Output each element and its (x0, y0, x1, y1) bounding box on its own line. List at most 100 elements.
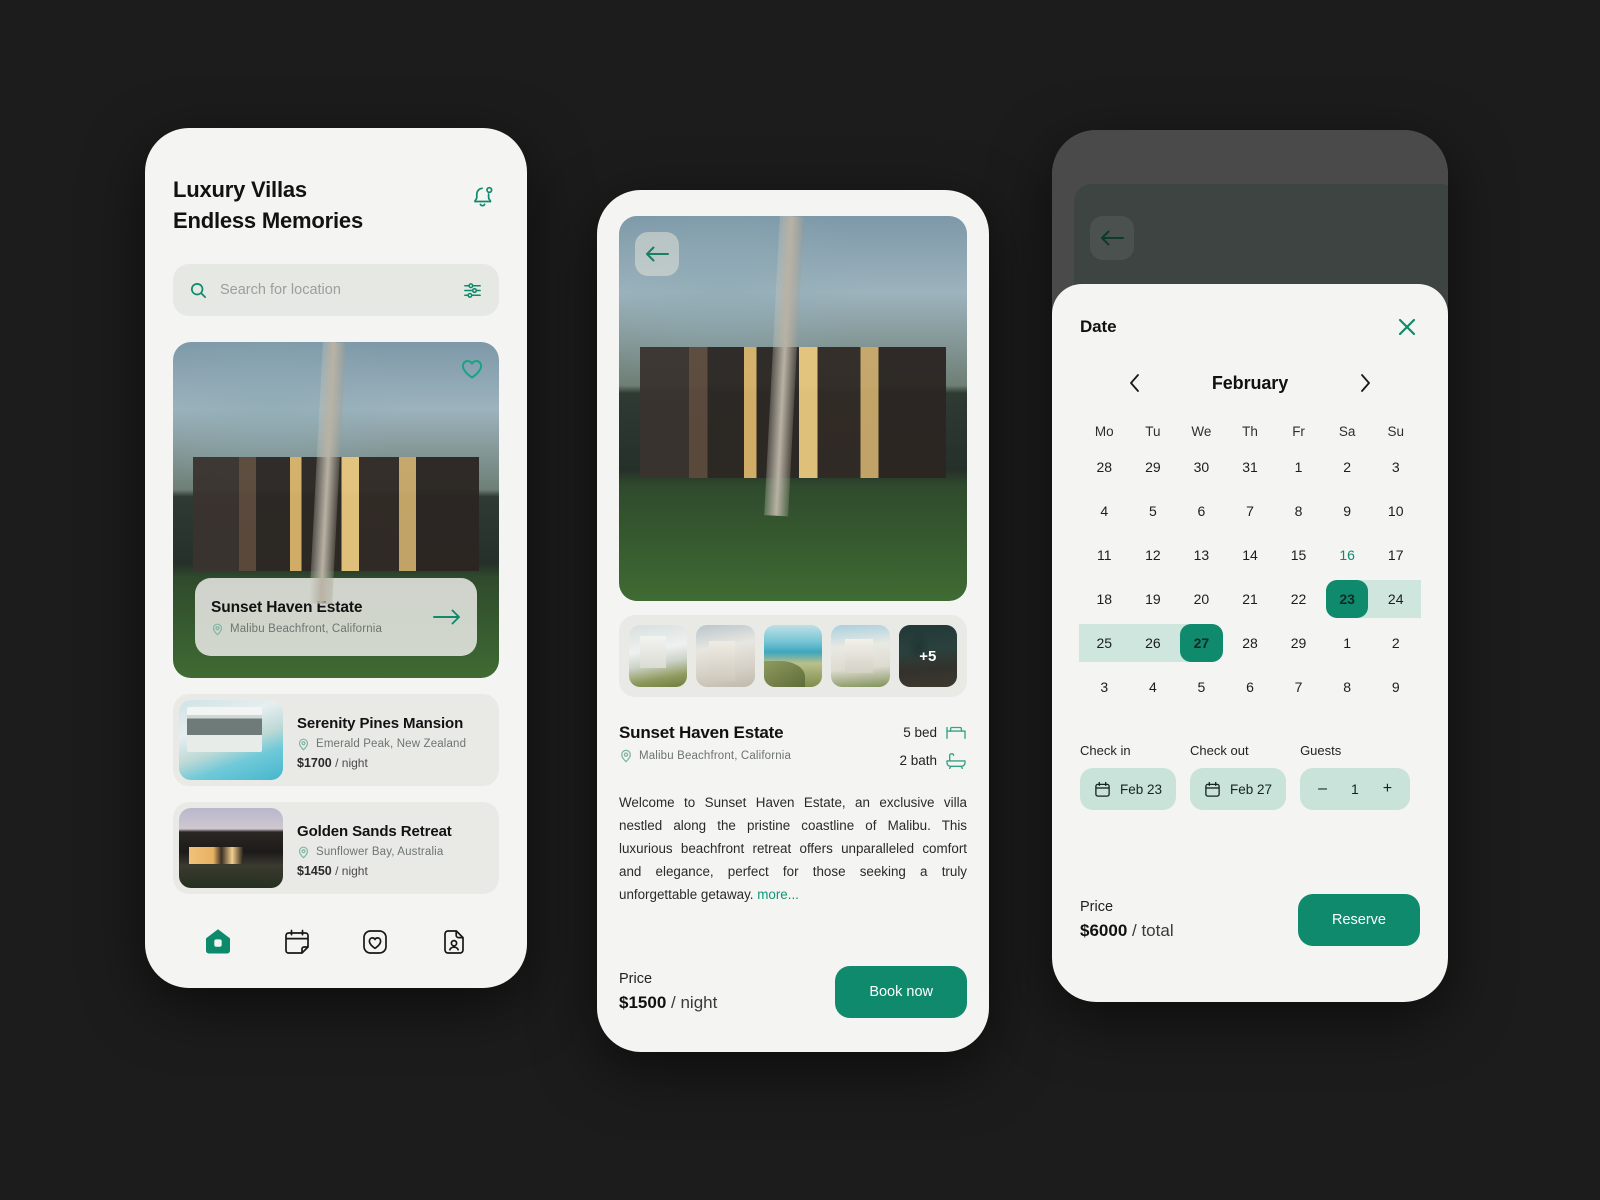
guests-increment-button[interactable]: + (1383, 781, 1392, 797)
chevron-right-icon[interactable] (1354, 372, 1376, 394)
calendar-day-label: 4 (1148, 679, 1157, 695)
property-hero-image (619, 216, 967, 601)
listing-location: Emerald Peak, New Zealand (297, 738, 466, 751)
filter-sliders-icon[interactable] (462, 280, 483, 301)
featured-property-card[interactable]: Sunset Haven Estate Malibu Beachfront, C… (173, 342, 499, 679)
calendar-day-label: 26 (1145, 635, 1161, 651)
gallery-thumbnail[interactable] (696, 625, 755, 687)
list-item[interactable]: Serenity Pines Mansion Emerald Peak, New… (173, 694, 499, 787)
calendar-day-cell[interactable]: 6 (1177, 489, 1226, 533)
calendar-day-cell[interactable]: 9 (1371, 665, 1420, 709)
gallery-thumbnail[interactable] (629, 625, 688, 687)
calendar-day-cell[interactable]: 3 (1371, 445, 1420, 489)
location-pin-icon (619, 749, 633, 763)
calendar-day-cell[interactable]: 4 (1080, 489, 1129, 533)
calendar-day-label: 8 (1343, 679, 1352, 695)
calendar-day-cell[interactable]: 28 (1080, 445, 1129, 489)
gallery-thumbnail[interactable] (831, 625, 890, 687)
calendar-day-cell[interactable]: 25 (1079, 621, 1130, 665)
calendar-day-cell[interactable]: 5 (1177, 665, 1226, 709)
calendar-day-cell[interactable]: 1 (1323, 621, 1372, 665)
gallery-thumbnail[interactable] (763, 625, 823, 687)
calendar-day-cell[interactable]: 2 (1371, 621, 1420, 665)
listing-thumbnail (179, 808, 283, 889)
calendar-day-cell[interactable]: 24 (1370, 577, 1421, 621)
calendar-day-cell[interactable]: 13 (1177, 533, 1226, 577)
search-bar[interactable] (173, 264, 499, 317)
list-item[interactable]: Golden Sands Retreat Sunflower Bay, Aust… (173, 802, 499, 895)
calendar-day-cell[interactable]: 5 (1129, 489, 1178, 533)
calendar-day-cell[interactable]: 19 (1129, 577, 1178, 621)
check-out-date: Feb 27 (1230, 781, 1273, 797)
calendar-day-cell[interactable]: 16 (1323, 533, 1372, 577)
calendar-day-cell[interactable]: 30 (1177, 445, 1226, 489)
sheet-title: Date (1080, 317, 1117, 336)
calendar-day-cell[interactable]: 23 (1323, 577, 1372, 621)
calendar-day-cell[interactable]: 26 (1127, 621, 1178, 665)
calendar-day-cell[interactable]: 20 (1177, 577, 1226, 621)
calendar-day-cell[interactable]: 1 (1274, 445, 1323, 489)
total-price-unit: / total (1132, 921, 1174, 940)
calendar-day-cell[interactable]: 31 (1226, 445, 1275, 489)
check-in-value-button[interactable]: Feb 23 (1080, 768, 1177, 810)
calendar-day-cell[interactable]: 8 (1323, 665, 1372, 709)
calendar-day-label: 23 (1339, 591, 1355, 607)
featured-property-location: Malibu Beachfront, California (211, 623, 382, 636)
arrow-left-icon (645, 245, 669, 263)
arrow-right-icon[interactable] (433, 608, 461, 626)
sidebar-item-home[interactable] (198, 922, 238, 962)
guests-count: 1 (1350, 781, 1359, 797)
calendar-day-cell[interactable]: 14 (1226, 533, 1275, 577)
calendar-day-cell[interactable]: 29 (1274, 621, 1323, 665)
calendar-day-label: 28 (1242, 635, 1258, 651)
gallery-more-thumbnail[interactable]: +5 (898, 625, 958, 687)
phone-detail-screen: +5 Sunset Haven Estate Malibu Beachfront… (597, 190, 989, 1052)
calendar-day-cell[interactable]: 15 (1274, 533, 1323, 577)
calendar-day-cell[interactable]: 22 (1274, 577, 1323, 621)
sidebar-item-favorites[interactable] (355, 922, 395, 962)
guests-decrement-button[interactable]: – (1318, 781, 1327, 797)
calendar-day-cell[interactable]: 8 (1274, 489, 1323, 533)
calendar-day-cell[interactable]: 28 (1226, 621, 1275, 665)
calendar-day-label: 20 (1193, 591, 1210, 607)
calendar-day-cell[interactable]: 3 (1080, 665, 1129, 709)
page-title-line1: Luxury Villas (173, 177, 307, 202)
calendar-day-cell[interactable]: 12 (1129, 533, 1178, 577)
calendar-day-label: 22 (1290, 591, 1307, 607)
read-more-link[interactable]: more... (757, 887, 799, 902)
calendar-day-label: 7 (1246, 503, 1254, 519)
back-button[interactable] (1090, 216, 1134, 260)
search-input[interactable] (220, 282, 450, 299)
calendar-day-label: 24 (1387, 591, 1404, 607)
book-now-button[interactable]: Book now (835, 966, 967, 1018)
notification-bell-icon[interactable] (467, 182, 497, 212)
calendar-day-label: 29 (1290, 635, 1307, 651)
calendar-day-cell[interactable]: 7 (1226, 489, 1275, 533)
reserve-button[interactable]: Reserve (1298, 894, 1420, 946)
calendar-day-cell[interactable]: 4 (1129, 665, 1178, 709)
screenshot-stage: Luxury Villas Endless Memories Search fo… (0, 0, 1600, 1200)
calendar-day-cell[interactable]: 29 (1129, 445, 1178, 489)
calendar-day-cell[interactable]: 11 (1080, 533, 1129, 577)
calendar-day-cell[interactable]: 7 (1274, 665, 1323, 709)
chevron-left-icon[interactable] (1124, 372, 1146, 394)
calendar-day-cell[interactable]: 27 (1176, 621, 1226, 665)
check-out-value-button[interactable]: Feb 27 (1190, 768, 1287, 810)
calendar-day-cell[interactable]: 6 (1226, 665, 1275, 709)
check-out-label: Check out (1190, 743, 1249, 758)
listing-price-unit: / night (335, 863, 368, 878)
close-x-icon[interactable] (1394, 314, 1420, 340)
calendar-day-label: 14 (1242, 547, 1258, 563)
calendar-day-cell[interactable]: 21 (1226, 577, 1275, 621)
calendar-day-cell[interactable]: 18 (1080, 577, 1129, 621)
location-pin-icon (211, 623, 224, 636)
sidebar-item-profile[interactable] (434, 922, 474, 962)
calendar-day-cell[interactable]: 9 (1323, 489, 1372, 533)
calendar-day-cell[interactable]: 17 (1371, 533, 1420, 577)
calendar-day-cell[interactable]: 10 (1371, 489, 1420, 533)
heart-icon[interactable] (457, 354, 487, 384)
back-button[interactable] (635, 232, 679, 276)
sidebar-item-bookings[interactable] (277, 922, 317, 962)
listing-location: Sunflower Bay, Australia (297, 846, 452, 859)
calendar-day-cell[interactable]: 2 (1323, 445, 1372, 489)
